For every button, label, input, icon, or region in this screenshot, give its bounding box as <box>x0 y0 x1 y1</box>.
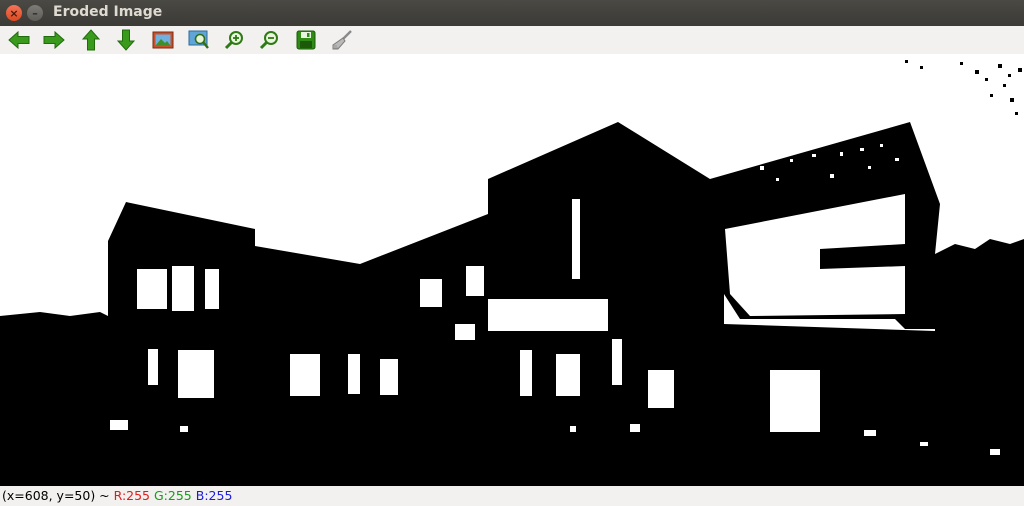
toolbar <box>0 26 1024 55</box>
minimize-icon: – <box>32 6 38 20</box>
pan-left-button[interactable] <box>7 29 31 51</box>
pan-right-button[interactable] <box>42 29 66 51</box>
zoom-area-icon <box>188 30 209 49</box>
zoom-original-button[interactable] <box>151 29 175 51</box>
title-bar: × – Eroded Image <box>0 0 1024 26</box>
zoom-in-button[interactable] <box>223 29 247 51</box>
pixel-red-value: R:255 <box>113 488 151 503</box>
pan-down-button[interactable] <box>114 29 138 51</box>
arrow-left-icon <box>8 31 30 49</box>
zoom-out-button[interactable] <box>258 29 282 51</box>
image-canvas[interactable] <box>0 54 1024 486</box>
close-icon: × <box>9 6 19 20</box>
cursor-coordinates: (x=608, y=50) ~ <box>2 488 110 503</box>
arrow-up-icon <box>82 29 100 51</box>
zoom-out-icon <box>259 31 278 50</box>
pixel-green-value: G:255 <box>154 488 192 503</box>
save-icon <box>296 30 316 50</box>
zoom-fit-button[interactable] <box>187 29 211 51</box>
zoom-in-icon <box>224 31 243 50</box>
minimize-button[interactable]: – <box>27 5 43 21</box>
close-button[interactable]: × <box>6 5 22 21</box>
brush-icon <box>332 30 352 50</box>
pixel-blue-value: B:255 <box>195 488 233 503</box>
properties-button[interactable] <box>330 29 354 51</box>
arrow-right-icon <box>43 31 65 49</box>
arrow-down-icon <box>117 29 135 51</box>
eroded-image <box>0 54 1024 486</box>
image-icon <box>152 31 174 49</box>
save-button[interactable] <box>294 29 318 51</box>
window-title: Eroded Image <box>53 4 163 20</box>
status-bar: (x=608, y=50) ~ R:255 G:255 B:255 <box>0 486 1024 506</box>
pan-up-button[interactable] <box>79 29 103 51</box>
